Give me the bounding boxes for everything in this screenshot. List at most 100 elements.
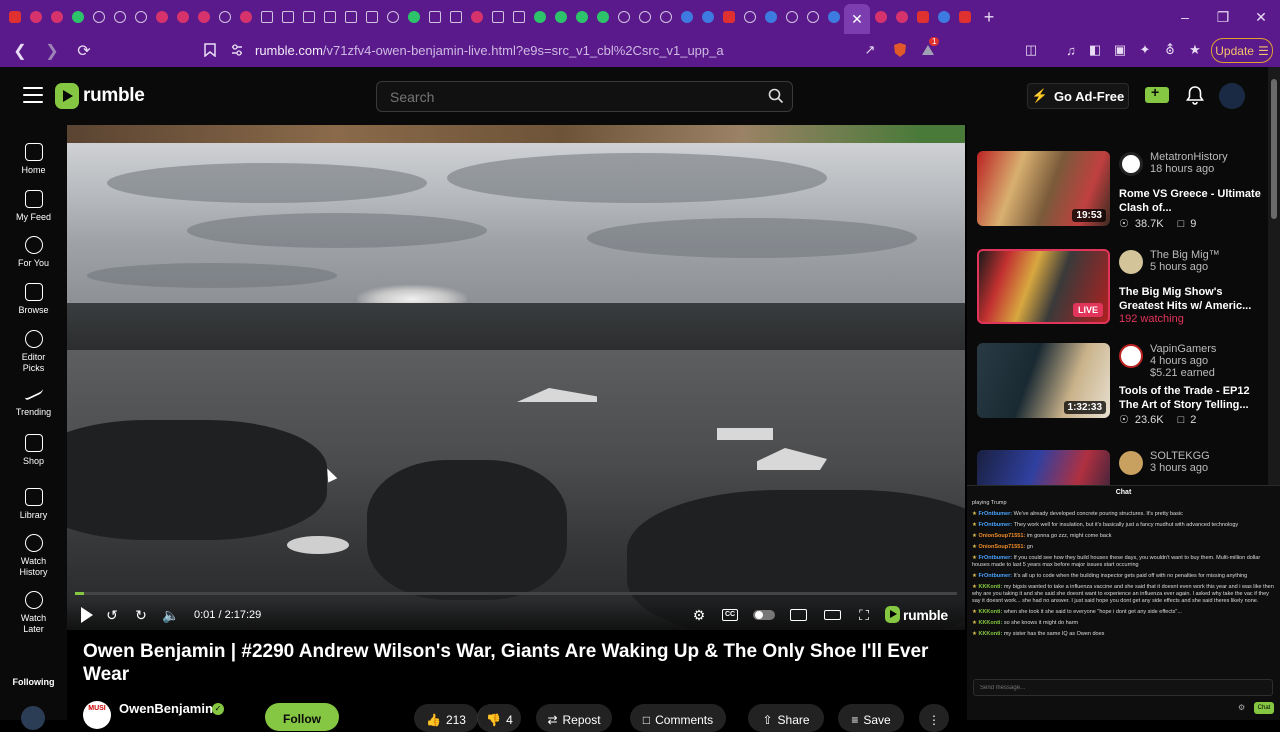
tab[interactable] xyxy=(802,0,823,34)
video-progress-bar[interactable] xyxy=(75,592,957,595)
video-title[interactable]: Tools of the Trade - EP12 The Art of Sto… xyxy=(1119,384,1268,412)
following-channel-avatar[interactable] xyxy=(21,706,45,730)
chat-username[interactable]: FrOntbumer: xyxy=(978,573,1013,579)
recommended-video[interactable]: 19:53 MetatronHistory 18 hours ago Rome … xyxy=(977,151,1267,237)
close-icon[interactable]: ✕ xyxy=(851,11,863,28)
chat-input[interactable] xyxy=(973,679,1273,696)
chat-username[interactable]: KKKonti: xyxy=(978,584,1003,590)
minimize-button[interactable]: – xyxy=(1166,0,1204,34)
wallet-icon[interactable]: ▣ xyxy=(1110,40,1130,60)
new-tab-button[interactable]: + xyxy=(975,7,1003,28)
tab[interactable] xyxy=(655,0,676,34)
update-button[interactable]: Update ☰ xyxy=(1211,38,1273,63)
chat-username[interactable]: FrOntbumer: xyxy=(978,555,1013,561)
leo-ai-icon[interactable]: ✦ xyxy=(1135,40,1155,60)
tab-x[interactable] xyxy=(277,0,298,34)
tab-x[interactable] xyxy=(508,0,529,34)
tab[interactable] xyxy=(823,0,844,34)
bookmark-button[interactable] xyxy=(198,38,222,62)
tab-search-icon[interactable]: ◫ xyxy=(1021,40,1041,60)
menu-button[interactable] xyxy=(23,87,43,103)
recommended-video[interactable]: SOLTEKGG 3 hours ago xyxy=(977,450,1267,485)
channel-name[interactable]: OwenBenjamin xyxy=(119,701,213,716)
chat-username[interactable]: FrOntbumer: xyxy=(978,522,1013,528)
rumble-logo[interactable]: rumble xyxy=(55,83,145,109)
tab[interactable] xyxy=(214,0,235,34)
channel-name[interactable]: SOLTEKGG xyxy=(1150,450,1210,462)
volume-button[interactable]: 🔈 xyxy=(162,607,180,623)
site-settings-icon[interactable] xyxy=(230,43,244,57)
tab-x[interactable] xyxy=(319,0,340,34)
bell-icon[interactable] xyxy=(1186,85,1204,105)
tab[interactable] xyxy=(697,0,718,34)
tab[interactable] xyxy=(88,0,109,34)
tab-x[interactable] xyxy=(298,0,319,34)
nav-for-you[interactable]: For You xyxy=(0,236,67,269)
maximize-button[interactable]: ❐ xyxy=(1204,0,1242,34)
forward-button[interactable]: ❯ xyxy=(40,39,64,63)
recommended-video[interactable]: 1:32:33 VapinGamers 4 hours ago $5.21 ea… xyxy=(977,343,1267,429)
repost-button[interactable]: ⇄ Repost xyxy=(536,704,612,732)
tab[interactable] xyxy=(382,0,403,34)
chat-username[interactable]: OnionSoup71551: xyxy=(978,544,1026,550)
chat-settings-icon[interactable]: ⚙ xyxy=(1238,703,1245,712)
vpn-icon[interactable]: ⛢ xyxy=(1160,40,1180,60)
video-thumbnail[interactable]: LIVE xyxy=(977,249,1110,324)
tab[interactable] xyxy=(235,0,256,34)
video-thumbnail[interactable]: 1:32:33 xyxy=(977,343,1110,418)
nav-watch-history[interactable]: Watch History xyxy=(0,534,67,578)
settings-button[interactable]: ⚙ xyxy=(691,607,707,623)
channel-avatar[interactable]: MUSI xyxy=(83,701,111,729)
video-title[interactable]: Rome VS Greece - Ultimate Clash of... xyxy=(1119,187,1268,215)
window-close-button[interactable]: ✕ xyxy=(1242,0,1280,34)
tab-rumble[interactable] xyxy=(592,0,613,34)
search-input[interactable] xyxy=(390,89,760,105)
tab[interactable] xyxy=(67,0,88,34)
captions-button[interactable]: CC xyxy=(722,607,738,623)
nav-watch-later[interactable]: Watch Later xyxy=(0,591,67,635)
tab-x[interactable] xyxy=(256,0,277,34)
tab-youtube[interactable] xyxy=(954,0,975,34)
chat-username[interactable]: KKKonti: xyxy=(978,631,1003,637)
nav-browse[interactable]: Browse xyxy=(0,283,67,316)
video-player[interactable]: ↺ ↻ 🔈 0:01 / 2:17:29 ⚙ CC ⛶ rumble xyxy=(67,125,965,630)
tab-x[interactable] xyxy=(445,0,466,34)
tab-rumble[interactable] xyxy=(571,0,592,34)
dislike-button[interactable]: 👎 4 xyxy=(477,704,521,732)
tab-rumble[interactable] xyxy=(403,0,424,34)
video-title[interactable]: The Big Mig Show's Greatest Hits w/ Amer… xyxy=(1119,285,1268,313)
channel-name[interactable]: VapinGamers xyxy=(1150,343,1216,355)
fullscreen-button[interactable]: ⛶ xyxy=(856,607,872,623)
tab[interactable] xyxy=(739,0,760,34)
tab-x[interactable] xyxy=(487,0,508,34)
tab[interactable] xyxy=(151,0,172,34)
share-page-icon[interactable]: ↗ xyxy=(860,40,880,60)
upload-video-icon[interactable] xyxy=(1145,84,1169,103)
theater-button[interactable] xyxy=(823,607,841,623)
sidebar-icon[interactable]: ◧ xyxy=(1085,40,1105,60)
user-avatar[interactable] xyxy=(1219,83,1245,109)
tab-youtube[interactable] xyxy=(4,0,25,34)
tab[interactable] xyxy=(718,0,739,34)
video-thumbnail[interactable] xyxy=(977,450,1110,485)
search-icon[interactable] xyxy=(768,88,784,104)
media-icon[interactable]: ♫ xyxy=(1061,40,1081,60)
channel-name[interactable]: MetatronHistory xyxy=(1150,151,1228,163)
comments-button[interactable]: □ Comments xyxy=(630,704,726,732)
tab[interactable] xyxy=(613,0,634,34)
tab[interactable] xyxy=(130,0,151,34)
tab[interactable] xyxy=(46,0,67,34)
nav-shop[interactable]: Shop xyxy=(0,434,67,467)
channel-avatar[interactable] xyxy=(1119,344,1143,368)
share-button[interactable]: ⇧ Share xyxy=(748,704,824,732)
tab-x[interactable] xyxy=(424,0,445,34)
brave-shield-icon[interactable] xyxy=(890,40,910,60)
tab[interactable] xyxy=(891,0,912,34)
tab[interactable] xyxy=(109,0,130,34)
nav-trending[interactable]: Trending xyxy=(0,382,67,418)
extension-icon[interactable]: ★ xyxy=(1185,40,1205,60)
save-button[interactable]: ≡ Save xyxy=(838,704,904,732)
tab[interactable] xyxy=(870,0,891,34)
miniplayer-button[interactable] xyxy=(789,607,807,623)
tab[interactable] xyxy=(676,0,697,34)
